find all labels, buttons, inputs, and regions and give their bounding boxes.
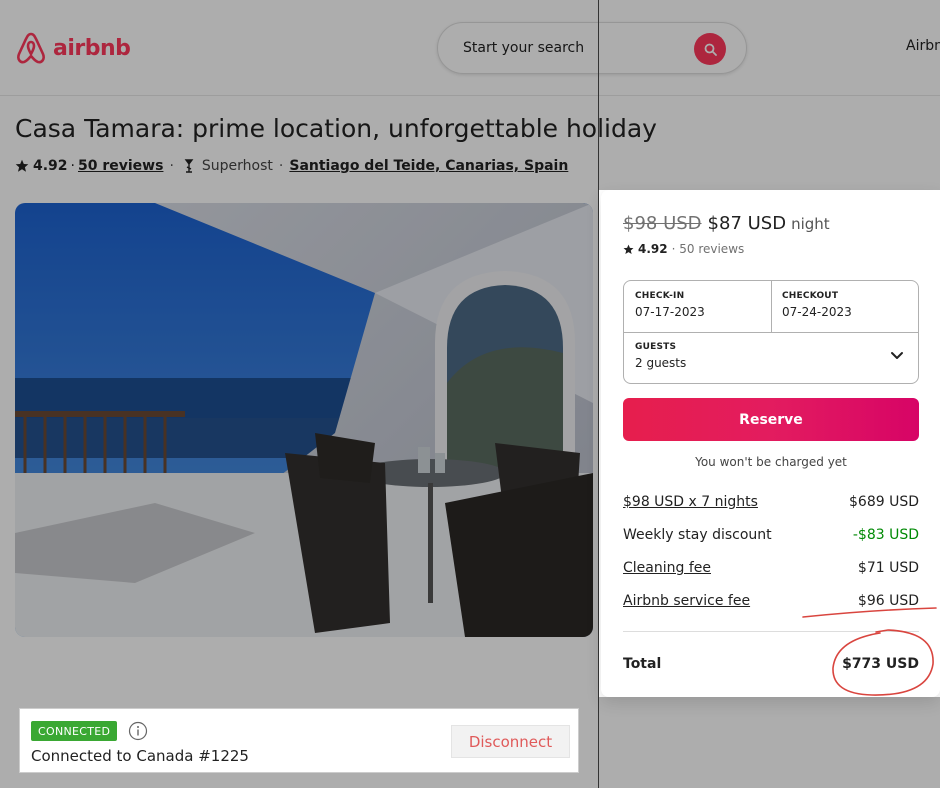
connected-badge: CONNECTED xyxy=(31,721,118,741)
star-icon xyxy=(15,159,29,172)
listing-title: Casa Tamara: prime location, unforgettab… xyxy=(15,114,657,143)
vpn-connection-text: Connected to Canada #1225 xyxy=(31,747,249,765)
checkin-label: CHECK-IN xyxy=(635,291,685,301)
booking-card: $98 USD $87 USD night 4.92 · 50 reviews … xyxy=(601,190,940,697)
superhost-label: Superhost xyxy=(201,158,273,174)
discounted-price: $87 USD xyxy=(707,213,787,234)
date-guest-picker: CHECK-IN 07-17-2023 CHECKOUT 07-24-2023 … xyxy=(623,280,919,384)
search-icon xyxy=(704,43,717,56)
meta-separator: · xyxy=(278,158,284,174)
card-reviews-link[interactable]: · 50 reviews xyxy=(672,242,745,256)
nightly-breakdown-link[interactable]: $98 USD x 7 nights xyxy=(623,494,758,510)
price-unit: night xyxy=(791,215,830,233)
line-amount: $96 USD xyxy=(857,593,919,609)
airbnb-logo-icon xyxy=(17,32,45,64)
search-bar[interactable]: Start your search xyxy=(437,22,747,74)
no-charge-note: You won't be charged yet xyxy=(695,455,847,469)
checkout-label: CHECKOUT xyxy=(782,291,839,301)
line-amount: $689 USD xyxy=(849,494,919,510)
airbnb-logo[interactable]: airbnb xyxy=(15,31,131,65)
total-label: Total xyxy=(623,656,662,672)
disconnect-button[interactable]: Disconnect xyxy=(451,725,570,758)
search-button[interactable] xyxy=(694,33,726,65)
logo-text: airbnb xyxy=(53,35,131,61)
checkin-value: 07-17-2023 xyxy=(635,305,705,319)
search-placeholder: Start your search xyxy=(463,40,585,56)
checkin-field[interactable]: CHECK-IN 07-17-2023 xyxy=(635,291,705,319)
original-price: $98 USD xyxy=(623,213,702,234)
guests-field[interactable]: GUESTS 2 guests xyxy=(635,342,686,370)
page: airbnb Start your search Airbnb Casa Tam… xyxy=(0,0,940,788)
guests-label: GUESTS xyxy=(635,342,677,352)
divider-line xyxy=(598,0,599,788)
total-amount: $773 USD xyxy=(842,656,919,672)
become-host-link[interactable]: Airbnb xyxy=(906,38,940,54)
meta-separator: · xyxy=(70,158,75,174)
service-fee-link[interactable]: Airbnb service fee xyxy=(623,593,750,609)
reserve-button[interactable]: Reserve xyxy=(623,398,919,441)
listing-meta: 4.92 · 50 reviews · Superhost · Santiago… xyxy=(15,157,568,175)
picker-divider xyxy=(771,281,772,332)
superhost-icon xyxy=(184,159,194,173)
discount-label: Weekly stay discount xyxy=(623,527,772,543)
card-rating-value: 4.92 xyxy=(638,242,668,256)
card-rating: 4.92 · 50 reviews xyxy=(623,242,744,256)
location-link[interactable]: Santiago del Teide, Canarias, Spain xyxy=(289,158,568,174)
chevron-down-icon[interactable] xyxy=(890,351,904,361)
guests-value: 2 guests xyxy=(635,356,687,370)
listing-rating: 4.92 xyxy=(33,158,68,174)
picker-divider xyxy=(624,332,918,333)
terrace-photo xyxy=(15,203,593,637)
reviews-link[interactable]: 50 reviews xyxy=(78,158,163,174)
line-amount: $71 USD xyxy=(857,560,919,576)
total-divider xyxy=(623,631,919,632)
meta-separator: · xyxy=(169,158,174,174)
checkout-value: 07-24-2023 xyxy=(782,305,852,319)
top-header: airbnb Start your search Airbnb xyxy=(0,0,940,96)
star-icon xyxy=(623,244,634,254)
vpn-status-panel: CONNECTED Connected to Canada #1225 Disc… xyxy=(19,708,579,773)
checkout-field[interactable]: CHECKOUT 07-24-2023 xyxy=(782,291,852,319)
info-icon[interactable] xyxy=(128,721,148,741)
cleaning-fee-link[interactable]: Cleaning fee xyxy=(623,560,711,576)
discount-amount: -$83 USD xyxy=(852,527,919,543)
listing-photo[interactable] xyxy=(15,203,593,637)
dim-overlay-right-bottom xyxy=(599,697,940,788)
price-row: $98 USD $87 USD night xyxy=(623,213,830,234)
